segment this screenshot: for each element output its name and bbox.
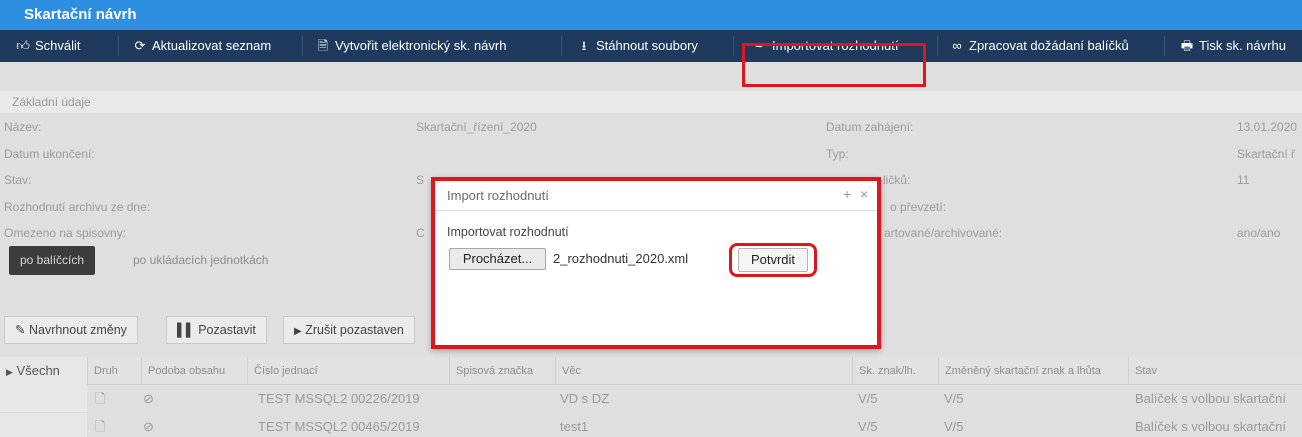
browse-button[interactable]: Procházet...: [449, 248, 546, 270]
nazev-value: Skartační_řízení_2020: [416, 120, 537, 134]
stav-cell: Balíček s volbou skartační: [1135, 419, 1287, 434]
cancel-pause-button[interactable]: ▶ Zrušit pozastaven: [283, 316, 415, 344]
rozhodnuti-label: Rozhodnutí archivu ze dne:: [4, 200, 151, 214]
tab-by-packages[interactable]: po balíčcích: [9, 246, 96, 275]
thumbs-up-icon: 👍︎: [16, 38, 30, 53]
toolbar-divider: [118, 36, 119, 56]
file-icon: 🗋: [95, 419, 106, 434]
refresh-list-button[interactable]: ⟳ Aktualizovat seznam: [133, 30, 272, 62]
omezeno-label: Omezeno na spisovny:: [4, 226, 127, 240]
printer-icon: 🖶: [1180, 38, 1194, 53]
no-entry-icon: ⊘: [143, 419, 154, 434]
skartovane-label: artované/archivované:: [884, 226, 1003, 240]
window-title: Skartační návrh: [24, 6, 137, 23]
pocet-value: 11: [1237, 173, 1250, 187]
dialog-header: Import rozhodnutí + ×: [435, 181, 877, 211]
print-proposal-button[interactable]: 🖶 Tisk sk. návrhu: [1180, 30, 1286, 62]
table-row[interactable]: 🗋 ⊘ TEST MSSQL2 00226/2019 VD s DZ V/5 V…: [0, 385, 1302, 413]
infinity-icon: ∞: [952, 38, 962, 53]
pause-icon: ▌▌: [177, 323, 195, 337]
close-icon[interactable]: ×: [860, 181, 868, 207]
datum-ukonceni-label: Datum ukončení:: [4, 147, 95, 161]
cislo-jednaci-cell: TEST MSSQL2 00465/2019: [258, 419, 420, 434]
toolbar: 👍︎ Schválit ⟳ Aktualizovat seznam 🗎 Vytv…: [0, 30, 1302, 62]
sk-znak-cell: V/5: [858, 391, 878, 406]
toolbar-divider: [937, 36, 938, 56]
download-files-button[interactable]: ⭳ Stáhnout soubory: [577, 30, 698, 62]
expand-arrow-icon: ▶: [6, 367, 13, 377]
maximize-icon[interactable]: +: [843, 181, 851, 207]
toolbar-divider: [1164, 36, 1165, 56]
file-icon: 🗋: [95, 391, 106, 406]
stav-label: Stav:: [4, 173, 32, 187]
import-label: Importovat rozhodnutí: [447, 225, 569, 239]
tab-by-storage-units[interactable]: po ukládacích jednotkách: [122, 246, 279, 275]
approve-button[interactable]: 👍︎ Schválit: [16, 30, 81, 62]
vec-cell: test1: [560, 419, 589, 434]
process-requested-packages-button[interactable]: ∞ Zpracovat dožádaní balíčků: [950, 30, 1129, 62]
cislo-jednaci-cell: TEST MSSQL2 00226/2019: [258, 391, 420, 406]
window-titlebar: Skartační návrh: [0, 0, 1302, 30]
create-electronic-proposal-button[interactable]: 🗎 Vytvořit elektronický sk. návrh: [316, 30, 507, 62]
download-label: Stáhnout soubory: [596, 38, 698, 53]
group-label: Všechn: [16, 363, 60, 378]
refresh-icon: ⟳: [134, 38, 146, 53]
datum-zahajeni-label: Datum zahájení:: [826, 120, 914, 134]
propose-changes-button[interactable]: ✎ Navrhnout změny: [4, 316, 138, 344]
process-requested-label: Zpracovat dožádaní balíčků: [969, 38, 1129, 53]
pause-button[interactable]: ▌▌ Pozastavit: [166, 316, 267, 344]
highlight-annotation: [729, 243, 817, 277]
import-decision-dialog: Import rozhodnutí + × Importovat rozhodn…: [431, 177, 881, 349]
highlight-annotation: [742, 43, 926, 87]
zmeneny-znak-cell: V/5: [944, 419, 964, 434]
cancel-pause-label: Zrušit pozastaven: [305, 323, 404, 337]
print-label: Tisk sk. návrhu: [1199, 38, 1286, 53]
omezeno-value: C: [416, 226, 425, 240]
typ-label: Typ:: [826, 147, 849, 161]
toolbar-divider: [561, 36, 562, 56]
section-title: Základní údaje: [12, 95, 91, 109]
play-icon: ▶: [294, 326, 302, 337]
selected-file-name: 2_rozhodnuti_2020.xml: [553, 251, 689, 266]
stav-value: S: [416, 173, 425, 187]
toolbar-divider: [302, 36, 303, 56]
create-electronic-label: Vytvořit elektronický sk. návrh: [335, 38, 507, 53]
edit-icon: ✎: [15, 323, 26, 337]
column-stav[interactable]: Stav: [1128, 357, 1302, 385]
column-druh[interactable]: Druh: [87, 357, 141, 385]
approve-label: Schválit: [35, 38, 81, 53]
grid-header: Druh Podoba obsahu Číslo jednací Spisová…: [0, 357, 1302, 385]
download-icon: ⭳: [581, 38, 587, 53]
refresh-label: Aktualizovat seznam: [152, 38, 272, 53]
toolbar-divider: [733, 36, 734, 56]
nazev-label: Název:: [4, 120, 42, 134]
column-podoba-obsahu[interactable]: Podoba obsahu: [141, 357, 247, 385]
zmeneny-znak-cell: V/5: [944, 391, 964, 406]
propose-changes-label: Navrhnout změny: [28, 323, 127, 337]
stav-cell: Balíček s volbou skartační: [1135, 391, 1287, 406]
datum-zahajeni-value: 13.01.2020: [1237, 120, 1298, 134]
sk-znak-cell: V/5: [858, 419, 878, 434]
document-icon: 🗎: [317, 38, 329, 53]
prevzeti-label: o převzetí:: [890, 200, 947, 214]
dialog-title: Import rozhodnutí: [447, 188, 549, 203]
no-entry-icon: ⊘: [143, 391, 154, 406]
group-toggle[interactable]: ▶ Všechn: [6, 357, 60, 386]
column-spisova-znacka[interactable]: Spisová značka: [449, 357, 555, 385]
column-vec[interactable]: Věc: [555, 357, 852, 385]
typ-value: Skartační ř: [1237, 147, 1296, 161]
vec-cell: VD s DZ: [560, 391, 610, 406]
column-zmeneny-znak[interactable]: Změněný skartační znak a lhůta: [938, 357, 1128, 385]
skartovane-value: ano/ano: [1237, 226, 1281, 240]
table-row[interactable]: 🗋 ⊘ TEST MSSQL2 00465/2019 test1 V/5 V/5…: [0, 413, 1302, 437]
column-sk-znak[interactable]: Sk. znak/lh.: [852, 357, 938, 385]
column-cislo-jednaci[interactable]: Číslo jednací: [247, 357, 449, 385]
section-header: Základní údaje: [0, 91, 1302, 113]
pocet-label: ličků:: [883, 173, 911, 187]
pause-label: Pozastavit: [198, 323, 256, 337]
